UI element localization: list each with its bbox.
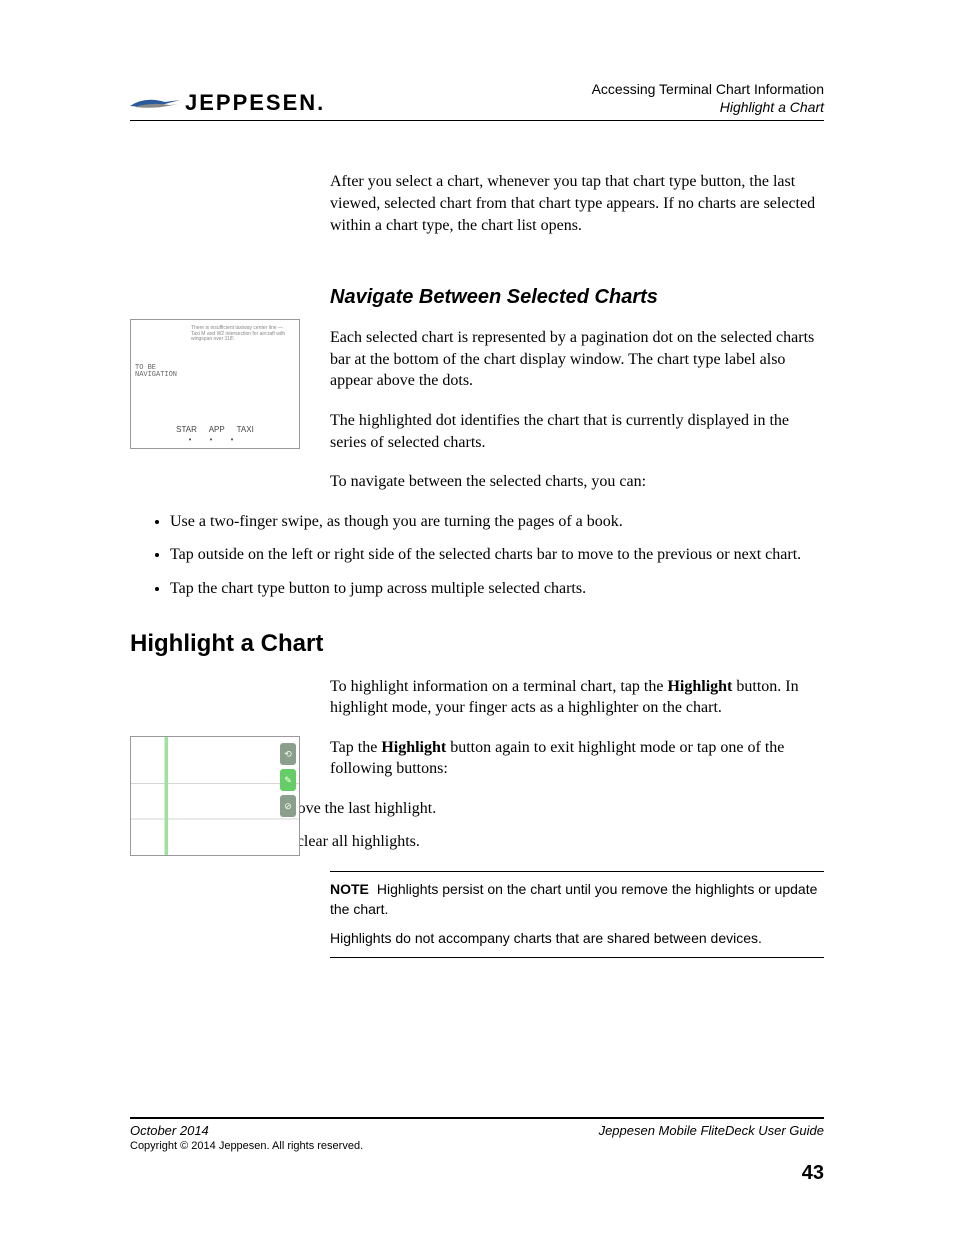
navigate-bullet-2: Tap outside on the left or right side of… bbox=[170, 544, 824, 566]
thumb-map-stub bbox=[131, 737, 299, 855]
note-p1: NOTEHighlights persist on the chart unti… bbox=[330, 880, 824, 919]
highlight-p1: To highlight information on a terminal c… bbox=[330, 676, 824, 719]
note-block: NOTEHighlights persist on the chart unti… bbox=[330, 871, 824, 958]
navigate-p3: To navigate between the selected charts,… bbox=[330, 471, 824, 493]
footer-rule bbox=[130, 1117, 824, 1119]
thumb-dot-labels: STAR APP TAXI bbox=[131, 425, 299, 434]
jeppesen-bird-icon bbox=[130, 94, 180, 112]
note-p2: Highlights do not accompany charts that … bbox=[330, 929, 824, 949]
navigate-p1: Each selected chart is represented by a … bbox=[330, 327, 824, 392]
thumb-toolbar: ⟲ ✎ ⊘ bbox=[280, 743, 296, 817]
highlight-heading: Highlight a Chart bbox=[130, 630, 824, 658]
footer-copyright: Copyright © 2014 Jeppesen. All rights re… bbox=[130, 1140, 824, 1152]
highlight-p1-bold: Highlight bbox=[667, 678, 732, 695]
highlight-thumbnail: ⟲ ✎ ⊘ bbox=[130, 736, 300, 856]
undo-icon: ⟲ bbox=[280, 743, 296, 765]
page-footer: October 2014 Jeppesen Mobile FliteDeck U… bbox=[130, 1117, 824, 1185]
header-section: Accessing Terminal Chart Information bbox=[592, 80, 824, 98]
highlight-p2: Tap the Highlight button again to exit h… bbox=[330, 737, 824, 780]
footer-date: October 2014 bbox=[130, 1123, 209, 1138]
navigate-bullet-1: Use a two-finger swipe, as though you ar… bbox=[170, 511, 824, 533]
clear-icon: ⊘ bbox=[280, 795, 296, 817]
navigate-heading: Navigate Between Selected Charts bbox=[330, 286, 824, 309]
thumb-nav-label: TO BE NAVIGATION bbox=[135, 365, 177, 379]
logo: JEPPESEN. bbox=[130, 90, 325, 116]
thumb-tiny-text: There is insufficient taxiway center lin… bbox=[191, 326, 289, 343]
navigate-p2: The highlighted dot identifies the chart… bbox=[330, 410, 824, 453]
navigate-bullets: Use a two-finger swipe, as though you ar… bbox=[170, 511, 824, 600]
header-breadcrumb: Accessing Terminal Chart Information Hig… bbox=[592, 80, 824, 116]
note-label: NOTE bbox=[330, 881, 369, 897]
navigate-thumbnail: There is insufficient taxiway center lin… bbox=[130, 319, 300, 449]
header-subsection: Highlight a Chart bbox=[592, 98, 824, 116]
footer-guide: Jeppesen Mobile FliteDeck User Guide bbox=[599, 1123, 824, 1138]
thumb-dots: • • • bbox=[131, 435, 299, 444]
highlight-p2-a: Tap the bbox=[330, 739, 381, 756]
content-area: After you select a chart, whenever you t… bbox=[130, 171, 824, 957]
logo-text: JEPPESEN. bbox=[185, 90, 325, 116]
note-text-1: Highlights persist on the chart until yo… bbox=[330, 881, 817, 917]
highlight-p1-a: To highlight information on a terminal c… bbox=[330, 678, 667, 695]
page-header: JEPPESEN. Accessing Terminal Chart Infor… bbox=[130, 80, 824, 121]
highlight-p2-bold: Highlight bbox=[381, 739, 446, 756]
navigate-bullet-3: Tap the chart type button to jump across… bbox=[170, 578, 824, 600]
intro-paragraph: After you select a chart, whenever you t… bbox=[330, 171, 824, 236]
page-number: 43 bbox=[130, 1162, 824, 1185]
highlight-icon: ✎ bbox=[280, 769, 296, 791]
